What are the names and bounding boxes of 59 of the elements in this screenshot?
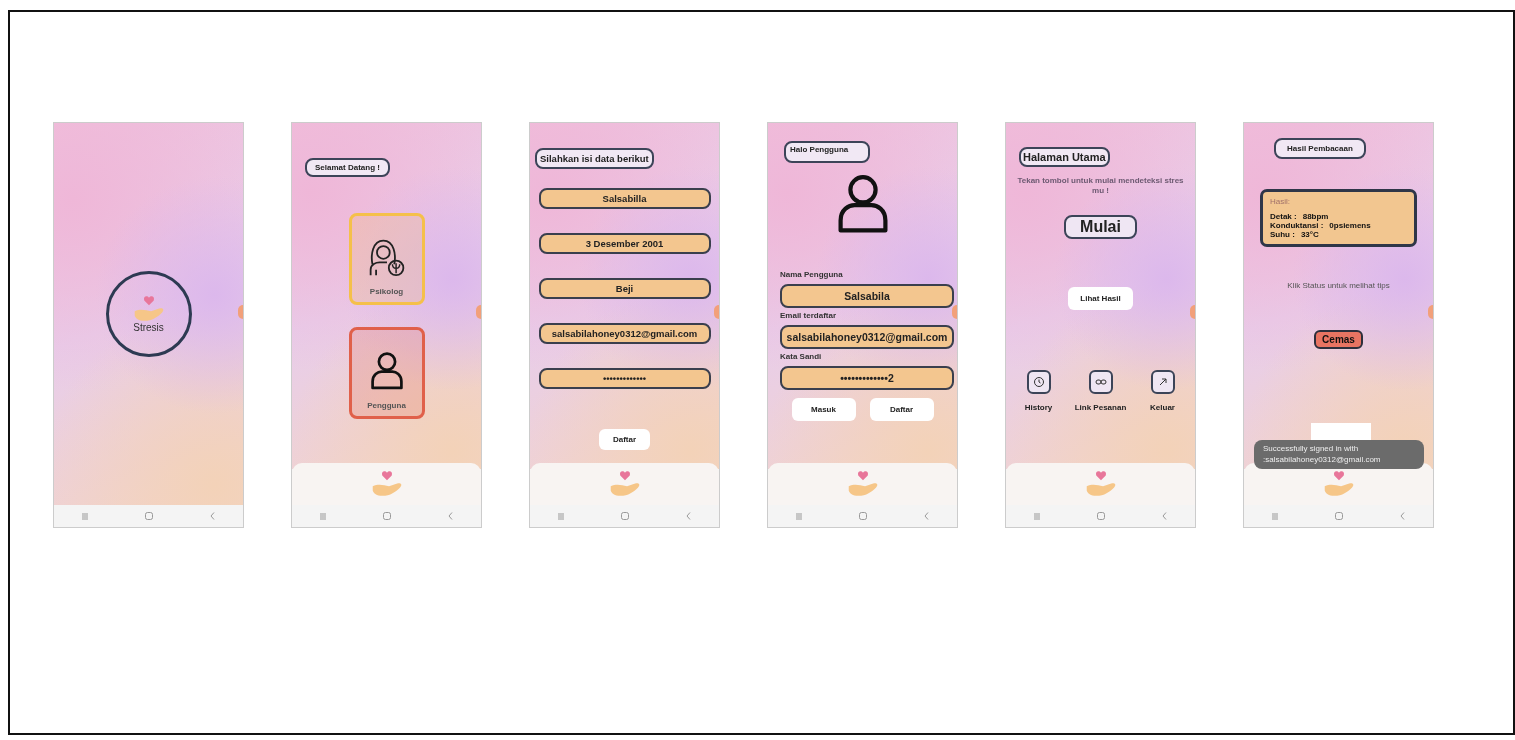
role-card[interactable]: Psikolog (348, 213, 425, 305)
home-icon[interactable] (1097, 512, 1105, 520)
reading-label: Suhu : (1270, 230, 1295, 239)
hint-text: Klik Status untuk melihat tips (1287, 281, 1390, 290)
page-title: Halaman Utama (1019, 147, 1110, 167)
back-icon[interactable] (1399, 512, 1405, 520)
person-icon (368, 351, 405, 391)
field-label: Email terdaftar (780, 310, 838, 320)
action-label: History (1024, 402, 1053, 412)
action-button[interactable]: Daftar (869, 397, 934, 421)
field-label: Kata Sandi (780, 351, 823, 361)
home-icon[interactable] (621, 512, 629, 520)
page-title: Hasil Pembacaan (1274, 138, 1366, 159)
reading-value: 33°C (1300, 230, 1319, 239)
recent-apps-icon[interactable] (320, 512, 327, 520)
input-field[interactable]: Salsabilla (538, 188, 711, 209)
back-icon[interactable] (209, 512, 215, 520)
input-field[interactable]: Beji (538, 278, 711, 299)
reading-value: 0psiemens (1329, 221, 1371, 230)
recent-apps-icon[interactable] (796, 512, 803, 520)
reading-value: 88bpm (1302, 212, 1329, 221)
recent-apps-icon[interactable] (558, 512, 565, 520)
home-icon[interactable] (1335, 512, 1343, 520)
back-icon[interactable] (923, 512, 929, 520)
link-icon[interactable] (1088, 369, 1113, 394)
back-icon[interactable] (1161, 512, 1167, 520)
input-field[interactable]: Salsabila (780, 283, 954, 308)
page-title: Selamat Datang ! (305, 158, 390, 177)
input-field[interactable]: ••••••••••••• (538, 368, 711, 389)
back-icon[interactable] (447, 512, 453, 520)
action-label: Link Pesanan (1074, 402, 1127, 412)
action-label: Keluar (1150, 402, 1175, 412)
input-field[interactable]: salsabilahoney0312@gmail.com (780, 324, 954, 349)
back-icon[interactable] (685, 512, 691, 520)
action-button[interactable]: Masuk (791, 397, 856, 421)
recent-apps-icon[interactable] (82, 512, 89, 520)
result-heading: Hasil: (1270, 197, 1291, 206)
home-icon[interactable] (383, 512, 391, 520)
input-field[interactable]: salsabilahoney0312@gmail.com (538, 323, 711, 344)
input-field[interactable]: •••••••••••••2 (780, 365, 954, 390)
reading-label: Konduktansi : (1270, 221, 1324, 230)
reading-label: Detak : (1270, 212, 1297, 221)
recent-apps-icon[interactable] (1034, 512, 1041, 520)
logo-title: Stresis (133, 322, 164, 334)
instruction-text: Tekan tombol untuk mulai mendeteksi stres mu ! (1016, 176, 1185, 197)
status-button[interactable]: Cemas (1314, 330, 1363, 349)
home-icon[interactable] (145, 512, 153, 520)
input-field[interactable]: 3 Desember 2001 (538, 233, 711, 254)
page-title: Silahkan isi data berikut (535, 148, 654, 169)
recent-apps-icon[interactable] (1272, 512, 1279, 520)
view-result-button[interactable]: Lihat Hasil (1068, 286, 1133, 310)
field-label: Nama Pengguna (780, 269, 844, 279)
history-icon[interactable] (1026, 369, 1051, 394)
home-icon[interactable] (859, 512, 867, 520)
register-button[interactable]: Daftar (598, 429, 651, 450)
page-title: Halo Pengguna (784, 141, 871, 163)
role-card[interactable]: Pengguna (348, 327, 425, 419)
start-button[interactable]: Mulai (1064, 214, 1137, 239)
toast-message: Successfully signed in with :salsabilahoney0312@gmail.com (1254, 440, 1424, 469)
